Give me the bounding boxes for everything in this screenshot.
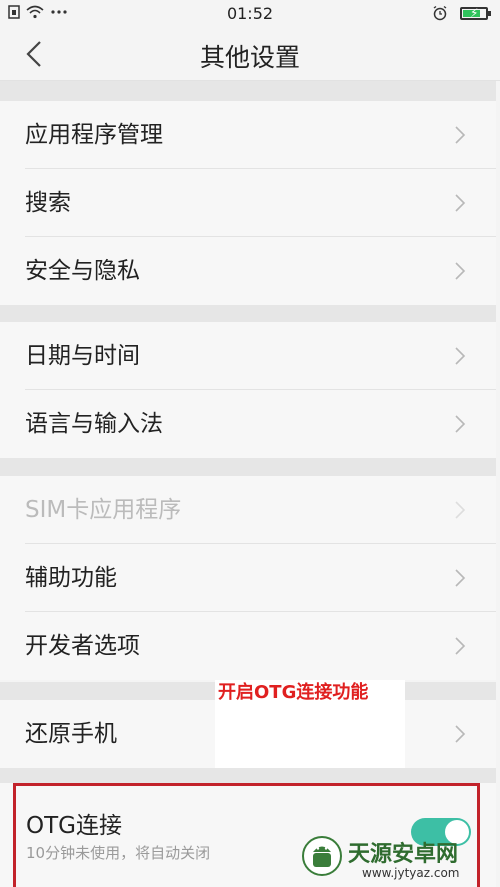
android-logo-icon (302, 836, 342, 876)
status-right-icons: ⚡ (432, 5, 491, 21)
chevron-right-icon (455, 637, 466, 655)
settings-group-3: SIM卡应用程序 辅助功能 开发者选项 (0, 476, 496, 680)
chevron-right-icon (455, 725, 466, 743)
settings-row-language-input[interactable]: 语言与输入法 (0, 390, 496, 458)
alarm-icon (433, 5, 447, 21)
chevron-right-icon (455, 194, 466, 212)
settings-row-date-time[interactable]: 日期与时间 (0, 322, 496, 390)
settings-row-sim-apps: SIM卡应用程序 (0, 476, 496, 544)
watermark-url: www.jytyaz.com (362, 866, 460, 880)
group-spacer (0, 768, 496, 783)
settings-row-developer-options[interactable]: 开发者选项 (0, 612, 496, 680)
settings-row-accessibility[interactable]: 辅助功能 (0, 544, 496, 612)
page-title: 其他设置 (199, 43, 300, 72)
chevron-right-icon (455, 569, 466, 587)
settings-row-app-management[interactable]: 应用程序管理 (0, 101, 496, 169)
otg-subtitle: 10分钟未使用，将自动关闭 (26, 844, 211, 862)
settings-group-2: 日期与时间 语言与输入法 (0, 322, 496, 458)
settings-row-label: 日期与时间 (25, 343, 140, 369)
chevron-right-icon (455, 347, 466, 365)
chevron-right-icon (455, 262, 466, 280)
settings-row-label: SIM卡应用程序 (25, 497, 182, 523)
status-bar: 01:52 ⚡ (0, 0, 500, 28)
otg-title: OTG连接 (26, 813, 122, 839)
settings-row-label: 搜索 (25, 190, 71, 216)
group-spacer (0, 81, 496, 101)
group-spacer (0, 305, 496, 322)
settings-row-label: 辅助功能 (25, 565, 117, 591)
chevron-right-icon (455, 501, 466, 519)
settings-row-label: 语言与输入法 (25, 411, 163, 437)
settings-group-1: 应用程序管理 搜索 安全与隐私 (0, 101, 496, 305)
watermark-title: 天源安卓网 (348, 842, 459, 867)
settings-row-security-privacy[interactable]: 安全与隐私 (0, 237, 496, 305)
nav-bar: 其他设置 (0, 28, 500, 80)
settings-row-search[interactable]: 搜索 (0, 169, 496, 237)
annotation-callout: 开启OTG连接功能 (215, 680, 405, 768)
annotation-text: 开启OTG连接功能 (218, 682, 369, 703)
group-spacer (0, 458, 496, 476)
settings-row-label: 还原手机 (25, 721, 117, 747)
settings-row-label: 应用程序管理 (25, 122, 163, 148)
chevron-right-icon (455, 415, 466, 433)
settings-row-label: 安全与隐私 (25, 258, 140, 284)
status-time: 01:52 (226, 4, 274, 23)
battery-charging-icon: ⚡ (460, 6, 491, 20)
settings-row-label: 开发者选项 (25, 633, 140, 659)
watermark: 天源安卓网 www.jytyaz.com (300, 832, 500, 887)
chevron-right-icon (455, 126, 466, 144)
